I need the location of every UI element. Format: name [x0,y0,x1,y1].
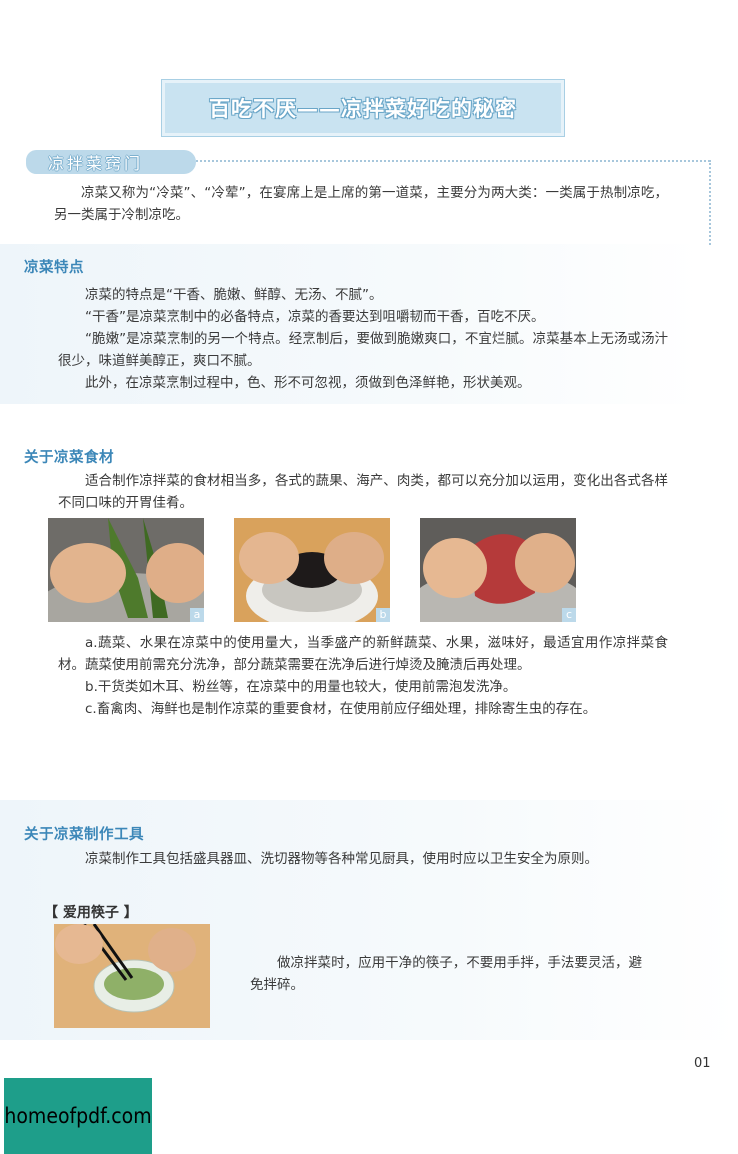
watermark-logo: homeofpdf.com [4,1078,152,1154]
section3-intro: 凉菜制作工具包括盛具器皿、洗切器物等各种常见厨具，使用时应以卫生安全为原则。 [85,851,598,867]
photo-label: a [190,608,204,622]
photo-label: c [562,608,576,622]
section2-intro: 适合制作凉拌菜的食材相当多，各式的蔬果、海产、肉类，都可以充分加以运用，变化出各… [58,473,668,511]
section2-heading: 关于凉菜食材 [24,450,114,466]
section1-para: “脆嫩”是凉菜烹制的另一个特点。经烹制后，要做到脆嫩爽口，不宜烂腻。凉菜基本上无… [58,331,668,369]
section3-heading: 关于凉菜制作工具 [24,827,144,843]
intro-paragraph: 凉菜又称为“冷菜”、“冷荤”，在宴席上是上席的第一道菜，主要分为两大类：一类属于… [54,185,668,223]
photo-meat: c [420,518,576,622]
section1-heading: 凉菜特点 [24,260,84,276]
page-number: 01 [694,1056,711,1071]
dotted-divider [196,160,710,162]
dotted-divider-vertical [709,160,711,245]
section2-notes: a.蔬菜、水果在凉菜中的使用量大，当季盛产的新鲜蔬菜、水果，滋味好，最适宜用作凉… [58,632,668,720]
section1-para: 凉菜的特点是“干香、脆嫩、鲜醇、无汤、不腻”。 [85,287,383,303]
photo-label: b [376,608,390,622]
watermark-text: homeofpdf.com [4,1104,152,1128]
chopsticks-tip: 做凉拌菜时，应用干净的筷子，不要用手拌，手法要灵活，避免拌碎。 [250,955,642,993]
section3-subheading: 【 爱用筷子 】 [44,905,138,921]
page-banner: 百吃不厌——凉拌菜好吃的秘密 [162,80,564,136]
section1-body: 凉菜的特点是“干香、脆嫩、鲜醇、无汤、不腻”。 “干香”是凉菜烹制中的必备特点，… [58,284,668,394]
photo-chopsticks [54,924,210,1028]
note-item: a.蔬菜、水果在凉菜中的使用量大，当季盛产的新鲜蔬菜、水果，滋味好，最适宜用作凉… [58,635,668,673]
section-tab-label: 凉拌菜窍门 [48,154,144,173]
section1-para: 此外，在凉菜烹制过程中，色、形不可忽视，须做到色泽鲜艳，形状美观。 [85,375,531,391]
photo-vegetables: a [48,518,204,622]
section1-para: “干香”是凉菜烹制中的必备特点，凉菜的香要达到咀嚼韧而干香，百吃不厌。 [85,309,545,325]
note-item: c.畜禽肉、海鲜也是制作凉菜的重要食材，在使用前应仔细处理，排除寄生虫的存在。 [85,701,597,717]
section-tab: 凉拌菜窍门 [26,150,196,174]
photo-dried-goods: b [234,518,390,622]
page-title: 百吃不厌——凉拌菜好吃的秘密 [209,96,517,121]
note-item: b.干货类如木耳、粉丝等，在凉菜中的用量也较大，使用前需泡发洗净。 [85,679,517,695]
